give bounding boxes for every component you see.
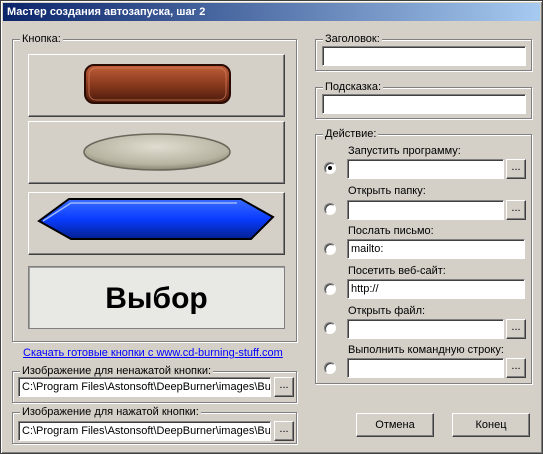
- pressed-image-browse-button[interactable]: ...: [274, 421, 294, 441]
- blue-button-image: [37, 198, 275, 240]
- hint-input[interactable]: [322, 94, 526, 114]
- open-folder-radio[interactable]: [324, 203, 336, 215]
- radio-selected-dot: [328, 166, 332, 170]
- visit-website-input[interactable]: http://: [347, 279, 525, 299]
- open-folder-input[interactable]: [347, 200, 504, 220]
- open-file-label: Открыть файл:: [348, 305, 426, 317]
- cancel-button[interactable]: Отмена: [356, 413, 434, 437]
- run-program-label: Запустить программу:: [348, 145, 461, 157]
- run-command-browse-button[interactable]: ...: [506, 358, 526, 378]
- open-folder-browse-button[interactable]: ...: [506, 200, 526, 220]
- open-file-radio[interactable]: [324, 322, 336, 334]
- normal-image-legend: Изображение для ненажатой кнопки:: [20, 364, 214, 378]
- preview-stone-button[interactable]: [28, 121, 285, 184]
- stone-button-image: [83, 133, 231, 171]
- brown-button-image: [84, 64, 231, 104]
- open-folder-label: Открыть папку:: [348, 185, 426, 197]
- title-input[interactable]: [322, 46, 526, 66]
- title-legend: Заголовок:: [323, 32, 382, 46]
- send-mail-label: Послать письмо:: [348, 225, 434, 237]
- run-command-input[interactable]: [347, 358, 504, 378]
- preview-text-label: Выбор: [105, 282, 208, 315]
- download-buttons-link[interactable]: Скачать готовые кнопки с www.cd-burning-…: [23, 347, 283, 359]
- hint-legend: Подсказка:: [323, 80, 384, 94]
- wizard-window: Мастер создания автозапуска, шаг 2 Кнопк…: [0, 0, 543, 454]
- run-command-radio[interactable]: [324, 362, 336, 374]
- visit-website-radio[interactable]: [324, 283, 336, 295]
- preview-blue-button[interactable]: [28, 192, 285, 255]
- pressed-image-legend: Изображение для нажатой кнопки:: [20, 405, 201, 419]
- run-program-input[interactable]: [347, 159, 504, 179]
- send-mail-radio[interactable]: [324, 243, 336, 255]
- open-file-input[interactable]: [347, 319, 504, 339]
- visit-website-label: Посетить веб-сайт:: [348, 265, 446, 277]
- button-group-legend: Кнопка:: [20, 32, 63, 46]
- open-file-browse-button[interactable]: ...: [506, 319, 526, 339]
- send-mail-input[interactable]: mailto:: [347, 239, 525, 259]
- action-legend: Действие:: [323, 127, 379, 141]
- run-command-label: Выполнить командную строку:: [348, 344, 504, 356]
- pressed-image-path-input[interactable]: C:\Program Files\Astonsoft\DeepBurner\im…: [18, 421, 271, 441]
- preview-brown-button[interactable]: [28, 54, 285, 117]
- window-title: Мастер создания автозапуска, шаг 2: [3, 3, 540, 21]
- normal-image-browse-button[interactable]: ...: [274, 377, 294, 397]
- finish-button[interactable]: Конец: [452, 413, 530, 437]
- normal-image-path-input[interactable]: C:\Program Files\Astonsoft\DeepBurner\im…: [18, 377, 271, 397]
- run-program-browse-button[interactable]: ...: [506, 159, 526, 179]
- run-program-radio[interactable]: [324, 162, 336, 174]
- preview-text-button[interactable]: Выбор: [28, 266, 285, 329]
